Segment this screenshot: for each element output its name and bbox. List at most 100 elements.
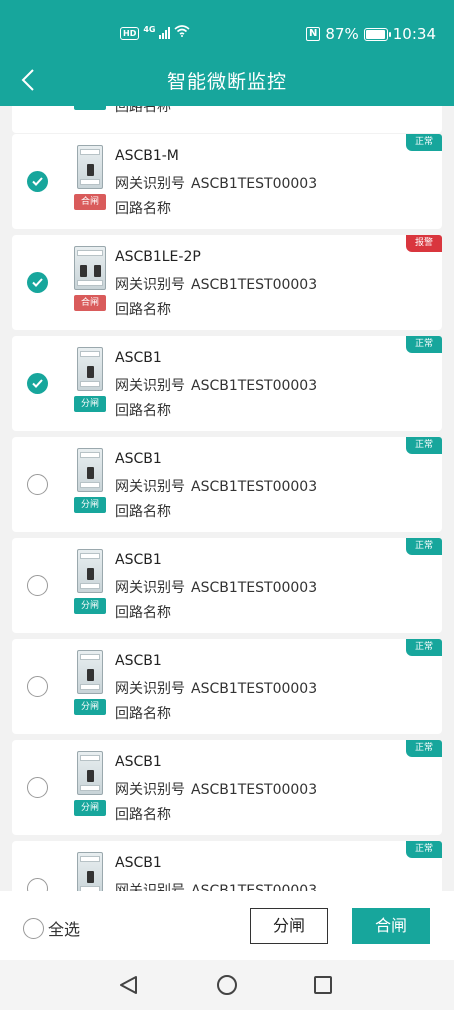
network-type: 4G	[143, 24, 156, 34]
gateway-label: 网关识别号	[115, 378, 185, 394]
gateway-id-row: 网关识别号 ASCB1TEST00003	[115, 173, 317, 193]
list-item[interactable]: 正常分闸 ASCB1 网关识别号 ASCB1TEST00003 回路名称	[12, 740, 442, 835]
close-breaker-button[interactable]: 合闸	[352, 908, 430, 944]
wifi-icon	[174, 25, 191, 41]
breaker-icon	[77, 549, 103, 593]
nav-back-icon[interactable]	[118, 974, 140, 996]
device-model: ASCB1	[115, 754, 162, 770]
switch-state-badge: 分闸	[74, 699, 106, 715]
loop-name: 回路名称	[115, 106, 171, 115]
loop-name: 回路名称	[115, 706, 171, 722]
nav-recent-icon[interactable]	[314, 976, 332, 994]
loop-name: 回路名称	[115, 403, 171, 419]
gateway-id-row: 网关识别号 ASCB1TEST00003	[115, 577, 317, 597]
gateway-id-row: 网关识别号 ASCB1TEST00003	[115, 476, 317, 496]
device-list[interactable]: 回路名称 正常 合闸 ASCB1-M 网关识别号 ASCB1TEST00003 回路名称报…	[0, 106, 454, 891]
row-checkbox[interactable]	[27, 777, 48, 798]
gateway-id: ASCB1TEST00003	[191, 378, 318, 394]
select-all-toggle[interactable]: 全选	[23, 916, 80, 940]
row-checkbox[interactable]	[27, 676, 48, 697]
switch-state-badge: 分闸	[74, 800, 106, 816]
switch-badge	[74, 106, 106, 110]
list-item[interactable]: 正常分闸 ASCB1 网关识别号 ASCB1TEST00003 回路名称	[12, 336, 442, 431]
status-badge: 正常	[406, 336, 442, 353]
list-item-partial[interactable]: 回路名称	[12, 106, 442, 133]
status-right: N 87% 10:34	[306, 25, 436, 43]
app-header: HD 4G N 87% 10:34 智能微断监控	[0, 0, 454, 106]
list-item[interactable]: 正常分闸 ASCB1 网关识别号 ASCB1TEST00003 回路名称	[12, 437, 442, 532]
device-model: ASCB1	[115, 552, 162, 568]
breaker-icon	[77, 751, 103, 795]
signal-icon	[159, 27, 171, 39]
switch-state-badge: 分闸	[74, 396, 106, 412]
device-model: ASCB1	[115, 350, 162, 366]
gateway-id: ASCB1TEST00003	[191, 176, 318, 192]
switch-state-badge: 分闸	[74, 497, 106, 513]
list-item[interactable]: 正常ASCB1网关识别号ASCB1TEST00003回路名称	[12, 841, 442, 891]
check-icon	[32, 379, 43, 388]
gateway-id-row: 网关识别号 ASCB1TEST00003	[115, 779, 317, 799]
status-badge: 正常	[406, 538, 442, 555]
check-icon	[32, 177, 43, 186]
hd-icon: HD	[120, 26, 140, 40]
loop-name: 回路名称	[115, 504, 171, 520]
nfc-icon: N	[306, 27, 321, 41]
loop-name: 回路名称	[115, 807, 171, 823]
row-checkbox[interactable]	[27, 575, 48, 596]
row-checkbox[interactable]	[27, 171, 48, 192]
action-bar: 全选 分闸 合闸	[0, 891, 454, 960]
gateway-label: 网关识别号	[115, 782, 185, 798]
gateway-id: ASCB1TEST00003	[191, 277, 318, 293]
breaker-icon	[77, 650, 103, 694]
loop-name: 回路名称	[115, 201, 171, 217]
device-model: ASCB1LE-2P	[115, 249, 201, 265]
row-checkbox[interactable]	[27, 878, 48, 891]
status-badge: 正常	[406, 437, 442, 454]
gateway-id-row: 网关识别号 ASCB1TEST00003	[115, 678, 317, 698]
list-item[interactable]: 正常分闸 ASCB1 网关识别号 ASCB1TEST00003 回路名称	[12, 639, 442, 734]
gateway-label: 网关识别号	[115, 580, 185, 596]
loop-name: 回路名称	[115, 605, 171, 621]
breaker-icon	[77, 448, 103, 492]
gateway-label: 网关识别号	[115, 277, 185, 293]
device-model: ASCB1	[115, 855, 162, 871]
gateway-id: ASCB1TEST00003	[191, 479, 318, 495]
device-model: ASCB1	[115, 451, 162, 467]
row-checkbox[interactable]	[27, 373, 48, 394]
gateway-label: 网关识别号	[115, 479, 185, 495]
row-checkbox[interactable]	[27, 272, 48, 293]
status-badge: 报警	[406, 235, 442, 252]
list-item[interactable]: 正常 分闸 ASCB1 网关识别号 ASCB1TEST00003 回路名称	[12, 538, 442, 633]
battery-percent: 87%	[325, 25, 359, 43]
gateway-id: ASCB1TEST00003	[191, 580, 318, 596]
gateway-id-row: 网关识别号 ASCB1TEST00003	[115, 880, 317, 891]
breaker-icon	[77, 145, 103, 189]
status-indicators: HD 4G	[120, 24, 191, 41]
breaker-icon	[77, 347, 103, 391]
breaker-icon	[77, 852, 103, 891]
select-all-label: 全选	[48, 920, 81, 939]
device-model: ASCB1-M	[115, 148, 179, 164]
gateway-label: 网关识别号	[115, 176, 185, 192]
list-item[interactable]: 报警 合闸 ASCB1LE-2P 网关识别号 ASCB1TEST00003 回路名称	[12, 235, 442, 330]
select-all-checkbox[interactable]	[23, 917, 44, 939]
gateway-id: ASCB1TEST00003	[191, 681, 318, 697]
check-icon	[32, 278, 43, 287]
clock: 10:34	[392, 25, 436, 43]
gateway-id-row: 网关识别号 ASCB1TEST00003	[115, 274, 317, 294]
status-badge: 正常	[406, 639, 442, 656]
breaker-icon	[74, 246, 106, 290]
row-checkbox[interactable]	[27, 474, 48, 495]
list-item[interactable]: 正常合闸 ASCB1-M 网关识别号 ASCB1TEST00003 回路名称	[12, 134, 442, 229]
page-title: 智能微断监控	[166, 71, 287, 93]
switch-state-badge: 合闸	[74, 194, 106, 210]
device-model: ASCB1	[115, 653, 162, 669]
nav-home-icon[interactable]	[217, 975, 237, 995]
status-badge: 正常	[406, 740, 442, 757]
gateway-id: ASCB1TEST00003	[191, 782, 318, 798]
status-badge: 正常	[406, 841, 442, 858]
status-badge: 正常	[406, 134, 442, 151]
open-breaker-button[interactable]: 分闸	[250, 908, 328, 944]
gateway-label: 网关识别号	[115, 681, 185, 697]
gateway-id: ASCB1TEST00003	[191, 883, 318, 891]
